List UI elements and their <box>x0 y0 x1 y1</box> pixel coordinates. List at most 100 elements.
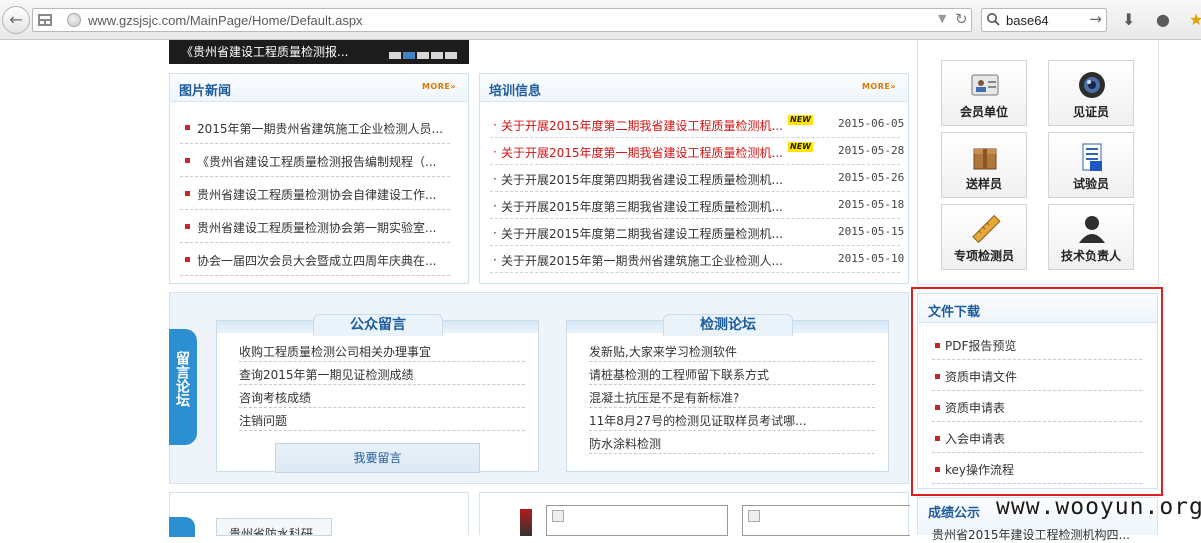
back-arrow-icon: ← <box>9 10 23 29</box>
role-link-label: 专项检测员 <box>953 249 1014 263</box>
search-input[interactable]: base64 <box>1006 13 1049 28</box>
news-item[interactable]: 协会一届四次会员大会暨成立四周年庆典在... <box>180 243 450 276</box>
message-item[interactable]: 注销问题 <box>239 408 525 431</box>
public-message-box: 公众留言 收购工程质量检测公司相关办理事宜 查询2015年第一期见证检测成绩 咨… <box>216 314 539 473</box>
bullet-dot-icon: · <box>493 172 497 186</box>
training-item[interactable]: · 关于开展2015年第一期贵州省建筑施工企业检测人... 2015-05-10 <box>490 246 904 273</box>
message-item[interactable]: 收购工程质量检测公司相关办理事宜 <box>239 339 525 362</box>
lower-item[interactable]: 贵州省防水科研... <box>216 518 332 536</box>
training-item-title[interactable]: 关于开展2015年度第一期我省建设工程质量检测机... <box>501 144 783 161</box>
training-item-date: 2015-05-10 <box>838 252 905 265</box>
search-go-icon[interactable]: → <box>1089 10 1102 28</box>
training-item-date: 2015-05-26 <box>838 171 905 184</box>
role-link[interactable]: 会员单位 <box>941 60 1027 126</box>
forum-box: 检测论坛 发新贴,大家来学习检测软件 请桩基检测的工程师留下联系方式 混凝土抗压… <box>566 314 889 472</box>
highlight-box <box>911 287 1163 496</box>
reload-icon[interactable]: ↻ <box>955 10 968 28</box>
message-forum-tab-label: 留言论坛 <box>174 351 190 407</box>
forum-item[interactable]: 混凝土抗压是不是有新标准? <box>589 385 875 408</box>
bullet-icon <box>185 257 190 262</box>
box-title: 公众留言 <box>313 314 443 336</box>
bullet-dot-icon: · <box>493 199 497 213</box>
news-item[interactable]: 贵州省建设工程质量检测协会自律建设工作... <box>180 177 450 210</box>
training-item-date: 2015-05-18 <box>838 198 905 211</box>
role-link[interactable]: 专项检测员 <box>941 204 1027 270</box>
more-link[interactable]: MORE» <box>422 82 456 91</box>
training-item-title[interactable]: 关于开展2015年第一期贵州省建筑施工企业检测人... <box>501 252 783 269</box>
forum-item[interactable]: 请桩基检测的工程师留下联系方式 <box>589 362 875 385</box>
slider-dot[interactable] <box>417 52 429 59</box>
slider-dot[interactable] <box>389 52 401 59</box>
thumb-strip <box>520 509 532 536</box>
lower-side-tab[interactable] <box>169 517 195 537</box>
history-dropdown-icon[interactable]: ▼ <box>938 12 946 25</box>
panel-header: 图片新闻 MORE» <box>170 74 468 102</box>
training-item-title[interactable]: 关于开展2015年度第三期我省建设工程质量检测机... <box>501 198 783 215</box>
bullet-dot-icon: · <box>493 253 497 267</box>
training-item-title[interactable]: 关于开展2015年度第二期我省建设工程质量检测机... <box>501 225 783 242</box>
image-thumbnail[interactable] <box>546 505 728 536</box>
bullet-dot-icon: · <box>493 226 497 240</box>
role-link[interactable]: 见证员 <box>1048 60 1134 126</box>
bullet-dot-icon: · <box>493 145 497 159</box>
training-item[interactable]: · 关于开展2015年度第一期我省建设工程质量检测机... NEW 2015-05-2… <box>490 138 904 165</box>
news-item[interactable]: 2015年第一期贵州省建筑施工企业检测人员... <box>180 111 450 144</box>
package-box-icon <box>973 148 997 170</box>
back-button[interactable]: ← <box>2 6 30 34</box>
forum-item[interactable]: 发新贴,大家来学习检测软件 <box>589 339 875 362</box>
role-link-label: 见证员 <box>1072 105 1109 119</box>
role-link-label: 送样员 <box>965 177 1002 191</box>
role-link[interactable]: 送样员 <box>941 132 1027 198</box>
training-item-title[interactable]: 关于开展2015年度第二期我省建设工程质量检测机... <box>501 117 783 134</box>
bullet-icon <box>185 224 190 229</box>
slider-dot[interactable] <box>445 52 457 59</box>
forum-item[interactable]: 防水涂料检测 <box>589 431 875 454</box>
slider-dot-active[interactable] <box>403 52 415 59</box>
bullet-icon <box>185 191 190 196</box>
role-link-label: 技术负责人 <box>1060 249 1121 263</box>
document-phone-icon <box>1082 143 1102 171</box>
chat-bubble-icon[interactable]: ● <box>1156 10 1170 29</box>
image-slider[interactable]: 《贵州省建设工程质量检测报... <box>169 40 469 64</box>
leave-message-button[interactable]: 我要留言 <box>275 443 480 473</box>
bullet-icon <box>185 125 190 130</box>
news-item[interactable]: 贵州省建设工程质量检测协会第一期实验室... <box>180 210 450 243</box>
globe-icon <box>67 13 81 27</box>
app-grid-icon[interactable] <box>37 13 53 27</box>
training-item-date: 2015-05-15 <box>838 225 905 238</box>
message-item[interactable]: 查询2015年第一期见证检测成绩 <box>239 362 525 385</box>
message-forum-tab[interactable]: 留言论坛 <box>169 329 197 445</box>
training-item[interactable]: · 关于开展2015年度第二期我省建设工程质量检测机... 2015-05-15 <box>490 219 904 246</box>
slider-caption[interactable]: 《贵州省建设工程质量检测报... <box>181 43 348 60</box>
ruler-icon <box>972 214 1001 244</box>
search-box[interactable]: base64 → <box>981 8 1107 32</box>
download-icon[interactable]: ⬇ <box>1122 10 1135 29</box>
training-item[interactable]: · 关于开展2015年度第四期我省建设工程质量检测机... 2015-05-26 <box>490 165 904 192</box>
training-item[interactable]: · 关于开展2015年度第二期我省建设工程质量检测机... NEW 2015-06-0… <box>490 111 904 138</box>
message-item[interactable]: 咨询考核成绩 <box>239 385 525 408</box>
url-text[interactable]: www.gzsjsjc.com/MainPage/Home/Default.as… <box>88 13 363 28</box>
training-item-date: 2015-06-05 <box>838 117 905 130</box>
image-thumbnail[interactable] <box>742 505 910 536</box>
broken-image-icon <box>748 510 760 522</box>
person-icon <box>1079 216 1105 243</box>
box-title: 检测论坛 <box>663 314 793 336</box>
picture-news-panel: 图片新闻 MORE» 2015年第一期贵州省建筑施工企业检测人员... 《贵州省… <box>169 73 469 284</box>
news-item[interactable]: 《贵州省建设工程质量检测报告编制规程（... <box>180 144 450 177</box>
forum-item[interactable]: 11年8月27号的检测见证取样员考试哪... <box>589 408 875 431</box>
address-bar[interactable]: www.gzsjsjc.com/MainPage/Home/Default.as… <box>32 8 972 32</box>
lower-middle-panel <box>479 492 910 536</box>
member-card-icon <box>971 74 999 96</box>
training-item-title[interactable]: 关于开展2015年度第四期我省建设工程质量检测机... <box>501 171 783 188</box>
search-icon <box>987 13 1000 26</box>
role-link[interactable]: 试验员 <box>1048 132 1134 198</box>
slider-dot[interactable] <box>431 52 443 59</box>
role-link[interactable]: 技术负责人 <box>1048 204 1134 270</box>
browser-toolbar: ← www.gzsjsjc.com/MainPage/Home/Default.… <box>0 0 1201 40</box>
watermark: www.wooyun.org <box>996 494 1201 520</box>
training-item[interactable]: · 关于开展2015年度第三期我省建设工程质量检测机... 2015-05-18 <box>490 192 904 219</box>
extension-icon[interactable]: ★ <box>1189 10 1201 29</box>
role-link-label: 试验员 <box>1072 177 1109 191</box>
more-link[interactable]: MORE» <box>862 82 896 91</box>
training-item-date: 2015-05-28 <box>838 144 905 157</box>
